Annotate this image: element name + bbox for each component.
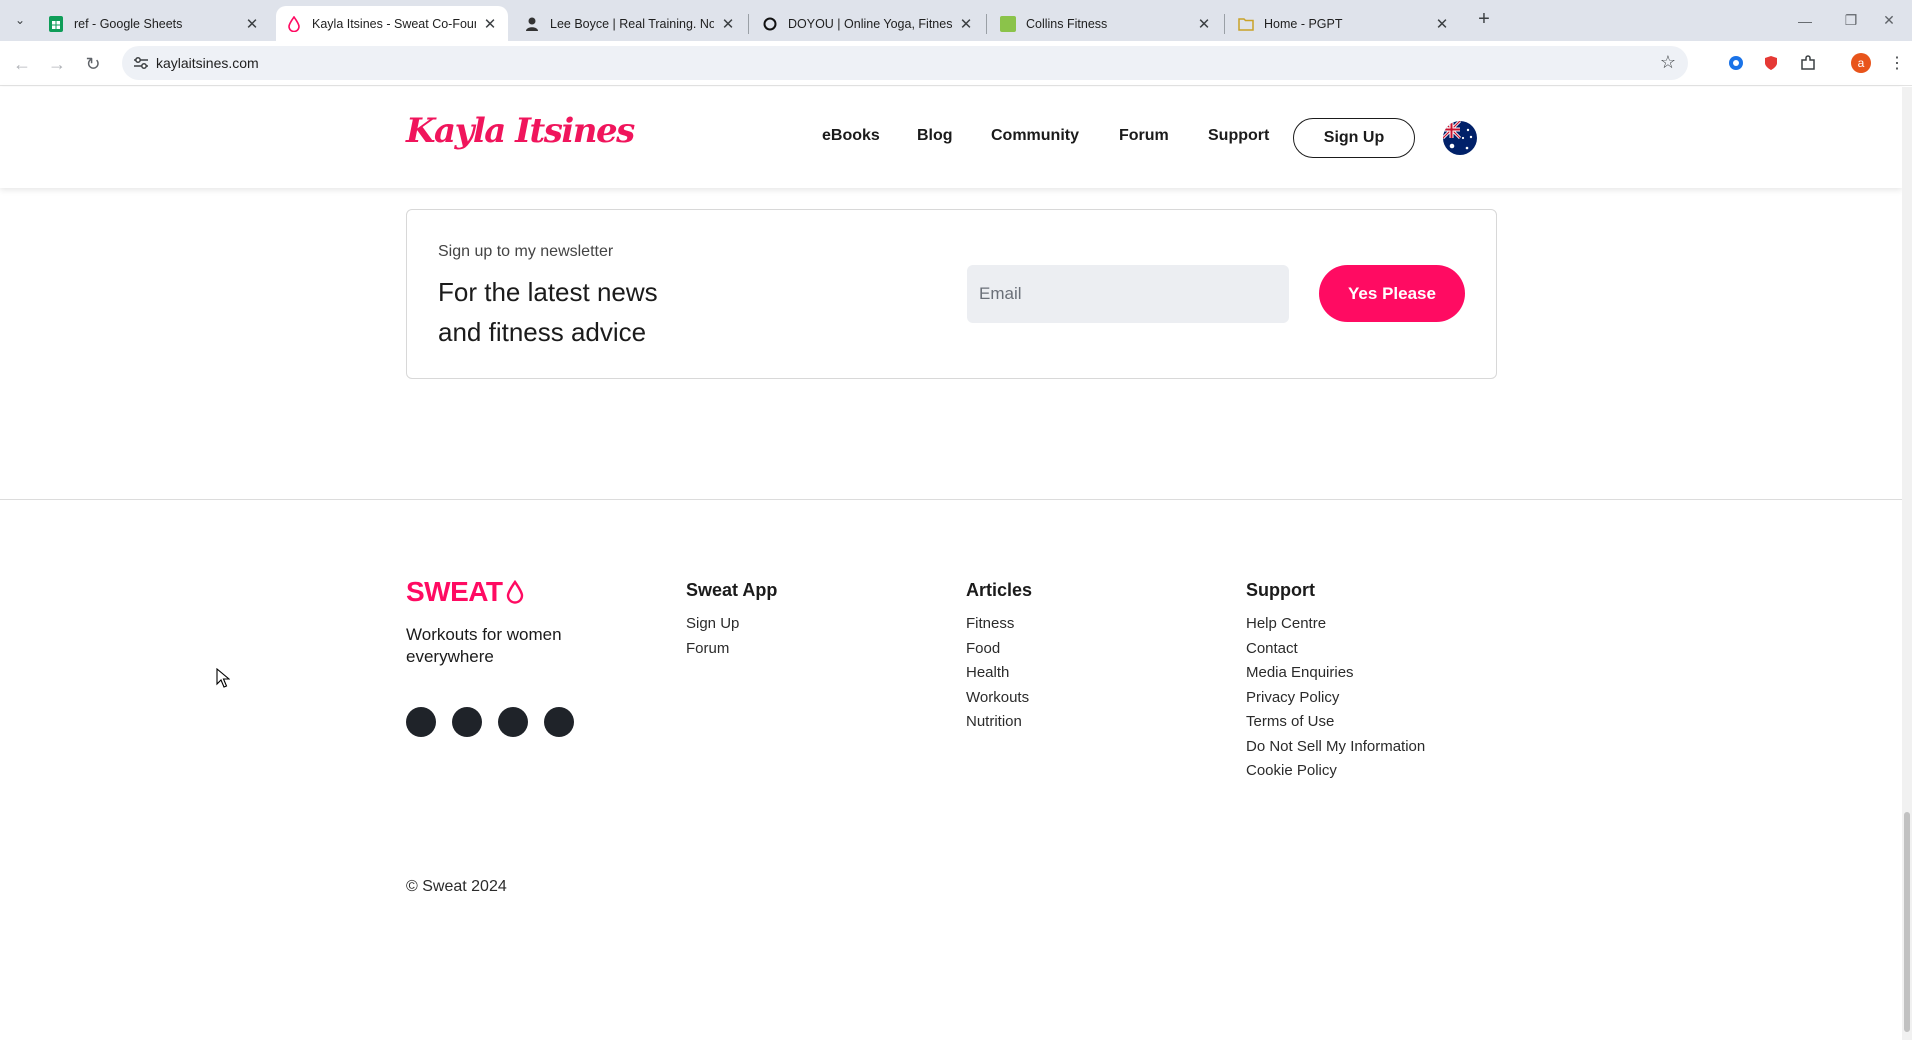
close-tab-icon[interactable]: ✕ <box>1196 15 1212 33</box>
footer-col-articles-title: Articles <box>966 580 1033 600</box>
footer-col-articles-links: Fitness Food Health Workouts Nutrition <box>966 612 1029 735</box>
forward-icon[interactable]: → <box>43 50 71 78</box>
close-tab-icon[interactable]: ✕ <box>958 15 974 33</box>
australia-flag-icon[interactable] <box>1443 121 1477 155</box>
browser-toolbar: ← → ↻ kaylaitsines.com ☆ a ⋮ <box>0 41 1912 86</box>
close-tab-icon[interactable]: ✕ <box>720 15 736 33</box>
tab-doyou[interactable]: DOYOU | Online Yoga, Fitness, and Wellne… <box>752 6 984 41</box>
sweat-logo[interactable]: SWEAT <box>406 576 524 608</box>
url-text: kaylaitsines.com <box>156 55 259 71</box>
nav-forum[interactable]: Forum <box>1119 127 1169 145</box>
tab-google-sheets[interactable]: ref - Google Sheets ✕ <box>38 6 270 41</box>
newsletter-card: Sign up to my newsletter For the latest … <box>406 209 1497 379</box>
sign-up-button[interactable]: Sign Up <box>1293 118 1415 158</box>
footer-col-sweat-app-links: Sign Up Forum <box>686 612 739 661</box>
sweat-drop-icon <box>506 580 523 604</box>
footer-link[interactable]: Privacy Policy <box>1246 686 1425 711</box>
footer-link[interactable]: Health <box>966 661 1029 686</box>
footer-link[interactable]: Forum <box>686 637 739 662</box>
footer-link[interactable]: Contact <box>1246 637 1425 662</box>
footer-link[interactable]: Nutrition <box>966 710 1029 735</box>
footer-link[interactable]: Sign Up <box>686 612 739 637</box>
site-header: Kayla Itsines eBooks Blog Community Foru… <box>0 87 1902 188</box>
sheets-icon <box>48 15 64 32</box>
footer-col-support-links: Help Centre Contact Media Enquiries Priv… <box>1246 612 1425 784</box>
kayla-itsines-logo[interactable]: Kayla Itsines <box>406 111 635 151</box>
youtube-icon[interactable] <box>544 707 574 737</box>
folder-icon <box>1238 16 1254 32</box>
footer-link[interactable]: Fitness <box>966 612 1029 637</box>
person-icon <box>524 16 540 32</box>
nav-community[interactable]: Community <box>991 127 1079 145</box>
bookmark-star-icon[interactable]: ☆ <box>1660 52 1676 73</box>
mouse-cursor-icon <box>216 668 230 688</box>
profile-initial: a <box>1857 56 1865 70</box>
instagram-icon[interactable] <box>406 707 436 737</box>
footer-col-sweat-app-title: Sweat App <box>686 580 778 600</box>
newsletter-title: For the latest news and fitness advice <box>438 277 658 347</box>
footer-link[interactable]: Food <box>966 637 1029 662</box>
newsletter-email-input[interactable] <box>967 265 1289 323</box>
footer-col-support-title: Support <box>1246 580 1315 600</box>
nav-support[interactable]: Support <box>1208 127 1269 145</box>
tab-bar: ⌄ ref - Google Sheets ✕ Kayla Itsines - … <box>0 0 1912 41</box>
green-square-icon <box>1000 15 1016 32</box>
tab-separator <box>1224 14 1225 34</box>
tab-pgpt[interactable]: Home - PGPT ✕ <box>1228 6 1460 41</box>
yes-please-button[interactable]: Yes Please <box>1319 265 1465 322</box>
close-tab-icon[interactable]: ✕ <box>1434 15 1450 33</box>
reload-icon[interactable]: ↻ <box>79 50 107 78</box>
tab-search-chevron-icon[interactable]: ⌄ <box>8 8 32 32</box>
close-tab-icon[interactable]: ✕ <box>482 15 498 33</box>
sweat-logo-text: SWEAT <box>406 576 503 607</box>
footer-tagline: Workouts for women everywhere <box>406 625 562 666</box>
footer-link[interactable]: Help Centre <box>1246 612 1425 637</box>
close-window-icon[interactable]: ✕ <box>1866 0 1912 41</box>
footer-link[interactable]: Media Enquiries <box>1246 661 1425 686</box>
tab-collins-fitness[interactable]: Collins Fitness ✕ <box>990 6 1222 41</box>
ring-icon <box>762 16 778 32</box>
tab-separator <box>748 14 749 34</box>
facebook-icon[interactable] <box>452 707 482 737</box>
footer-link[interactable]: Terms of Use <box>1246 710 1425 735</box>
nav-ebooks[interactable]: eBooks <box>822 127 880 145</box>
minimize-icon[interactable]: — <box>1782 0 1828 41</box>
page-scrollbar-thumb[interactable] <box>1904 812 1910 1032</box>
footer-divider <box>0 499 1902 500</box>
newsletter-kicker: Sign up to my newsletter <box>438 243 614 260</box>
footer-link[interactable]: Cookie Policy <box>1246 759 1425 784</box>
new-tab-button[interactable]: + <box>1472 8 1496 32</box>
close-tab-icon[interactable]: ✕ <box>244 15 260 33</box>
extension-blue-icon[interactable] <box>1725 52 1747 74</box>
tab-separator <box>986 14 987 34</box>
extensions-puzzle-icon[interactable] <box>1797 52 1819 74</box>
footer-link[interactable]: Workouts <box>966 686 1029 711</box>
browser-menu-icon[interactable]: ⋮ <box>1886 52 1908 74</box>
site-settings-icon[interactable] <box>132 54 150 72</box>
drop-icon <box>286 15 302 32</box>
tab-kayla-itsines[interactable]: Kayla Itsines - Sweat Co-Founder ✕ <box>276 6 508 41</box>
tab-lee-boyce[interactable]: Lee Boyce | Real Training. No Nonsense ✕ <box>514 6 746 41</box>
tiktok-icon[interactable] <box>498 707 528 737</box>
footer-link[interactable]: Do Not Sell My Information <box>1246 735 1425 760</box>
extension-shield-icon[interactable] <box>1760 52 1782 74</box>
nav-blog[interactable]: Blog <box>917 127 953 145</box>
address-bar[interactable]: kaylaitsines.com ☆ <box>122 46 1688 80</box>
profile-avatar[interactable]: a <box>1850 52 1872 74</box>
back-icon[interactable]: ← <box>8 50 36 78</box>
copyright: © Sweat 2024 <box>406 878 507 895</box>
